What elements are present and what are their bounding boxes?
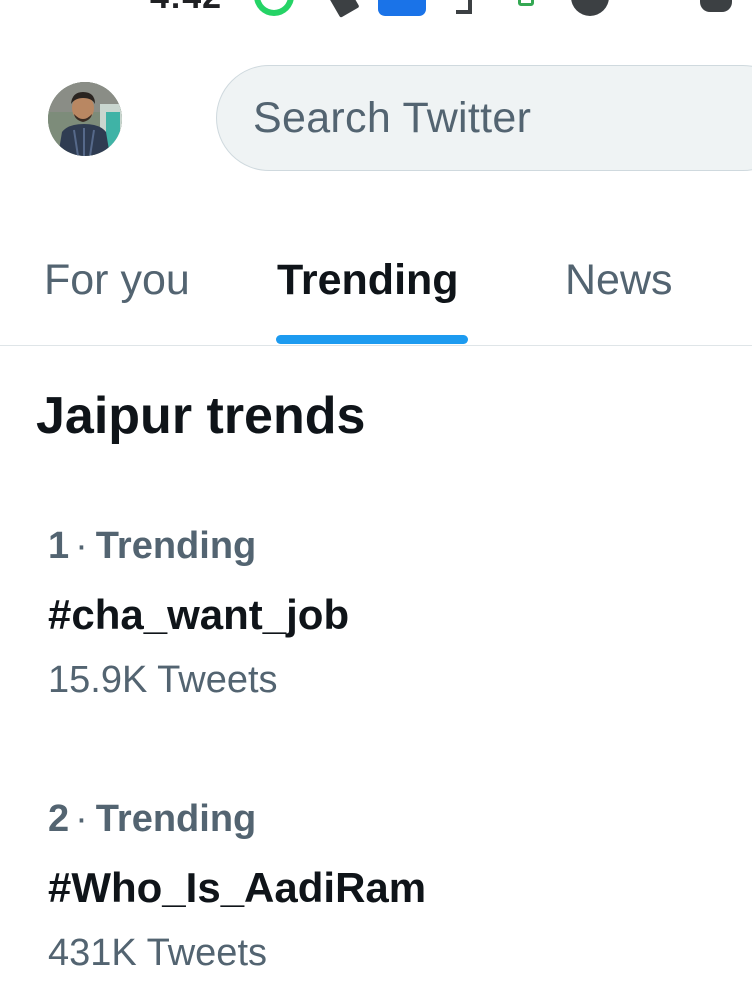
trend-meta: 2 · Trending [48,793,738,845]
tab-news[interactable]: News [565,250,673,310]
trend-context: Trending [95,798,257,840]
trend-separator: · [75,798,88,840]
trend-context: Trending [95,525,257,567]
trend-rank: 2 [48,798,70,840]
search-input[interactable]: Search Twitter [253,66,531,170]
profile-photo [48,82,122,156]
app-notification-icon [378,0,426,16]
trend-rank: 1 [48,525,70,567]
twitter-explore-screen: 4:42 Search Twitter For you Trending New… [0,0,752,1008]
trend-tweet-count: 15.9K Tweets [48,659,278,701]
avatar[interactable] [48,82,122,156]
trend-hashtag[interactable]: #Who_Is_AadiRam [48,862,738,914]
tab-trending[interactable]: Trending [277,250,459,310]
trend-meta: 1 · Trending [48,520,738,572]
trend-item[interactable]: 2 · Trending #Who_Is_AadiRam 431K Tweets [48,793,738,976]
active-tab-indicator [276,335,468,344]
explore-tabs: For you Trending News [0,238,752,346]
whatsapp-icon [254,0,294,16]
search-bar[interactable]: Search Twitter [216,65,752,171]
download-icon [571,0,609,16]
tabs-divider [0,345,752,346]
trend-separator: · [75,525,88,567]
status-time: 4:42 [150,0,222,17]
tab-for-you[interactable]: For you [44,250,190,310]
section-title: Jaipur trends [36,387,366,445]
navigation-icon [328,0,360,18]
trend-hashtag[interactable]: #cha_want_job [48,589,738,641]
notification-icon [700,0,732,12]
status-bar: 4:42 [0,0,752,20]
battery-outline-icon [518,0,534,6]
trend-tweet-count: 431K Tweets [48,932,268,974]
q-notification-icon [456,0,472,14]
trend-item[interactable]: 1 · Trending #cha_want_job 15.9K Tweets [48,520,738,703]
